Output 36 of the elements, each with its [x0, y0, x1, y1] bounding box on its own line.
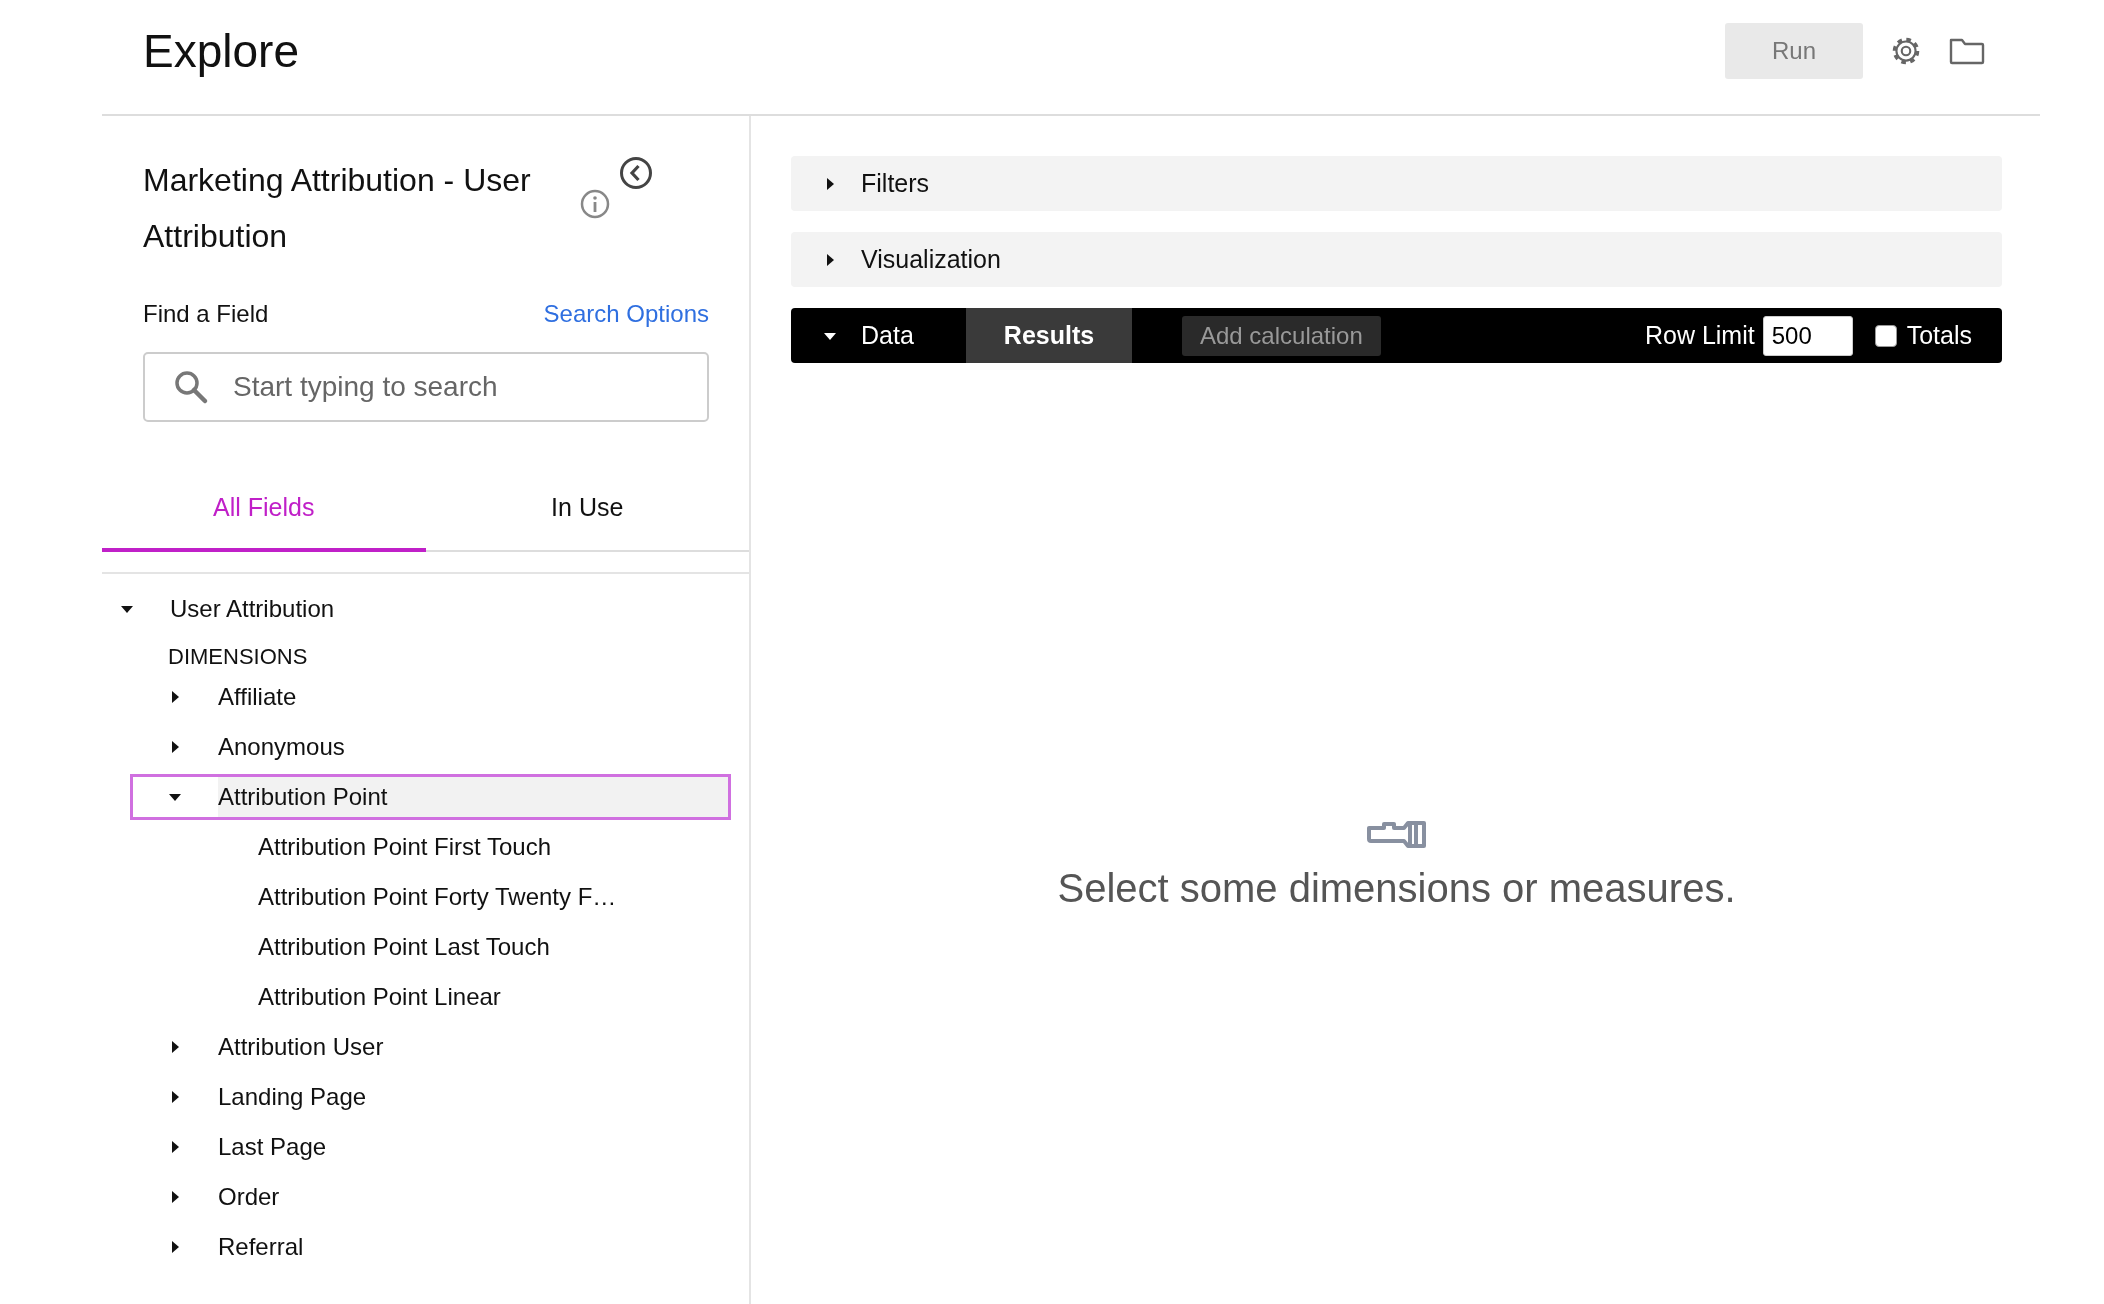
collapse-icon[interactable]	[619, 156, 653, 190]
totals-checkbox[interactable]	[1874, 324, 1897, 347]
section-heading: DIMENSIONS	[168, 643, 309, 671]
search-field[interactable]: Start typing to search	[143, 352, 709, 422]
collapsible-section[interactable]: Visualization	[791, 232, 2002, 287]
tree-item[interactable]: Attribution Point Last Touch	[208, 924, 749, 970]
explore-title: Marketing Attribution - User Attribution	[143, 161, 532, 256]
search-options-link[interactable]: Search Options	[543, 300, 709, 328]
tree-item[interactable]: Referral	[168, 1224, 749, 1270]
empty-state-message: Select some dimensions or measures.	[1057, 866, 1736, 911]
find-field-label: Find a Field	[143, 300, 269, 328]
results-tab[interactable]: Results	[966, 308, 1132, 363]
tree-item[interactable]: Attribution Point Forty Twenty F…	[208, 874, 749, 920]
tree-item[interactable]: Landing Page	[168, 1074, 749, 1120]
info-icon[interactable]	[579, 188, 611, 220]
tree-item[interactable]: Order	[168, 1174, 749, 1220]
flashlight-icon	[1365, 820, 1428, 848]
tree-item[interactable]: Last Page	[168, 1124, 749, 1170]
tree-item[interactable]: Attribution Point First Touch	[208, 824, 749, 870]
tree-item[interactable]: Attribution Point	[130, 774, 731, 820]
page-title: Explore	[143, 24, 300, 78]
tree-item[interactable]: Attribution User	[168, 1024, 749, 1070]
folder-icon[interactable]	[1949, 37, 1985, 65]
totals-label: Totals	[1906, 321, 1972, 350]
tree-item[interactable]: Attribution Point Linear	[208, 974, 749, 1020]
add-calculation-button[interactable]: Add calculation	[1182, 315, 1381, 356]
row-limit-label: Row Limit	[1644, 321, 1755, 350]
tree-item[interactable]: Affiliate	[168, 674, 749, 720]
field-tab[interactable]: All Fields	[102, 466, 426, 552]
search-icon	[173, 369, 209, 405]
data-toggle[interactable]: Data	[791, 308, 966, 363]
collapsible-section[interactable]: Filters	[791, 156, 2002, 211]
row-limit-field[interactable]: 500	[1762, 315, 1853, 356]
field-tab[interactable]: In Use	[425, 466, 749, 552]
tree-item[interactable]: Anonymous	[168, 724, 749, 770]
tree-item[interactable]: User Attribution	[120, 586, 749, 632]
